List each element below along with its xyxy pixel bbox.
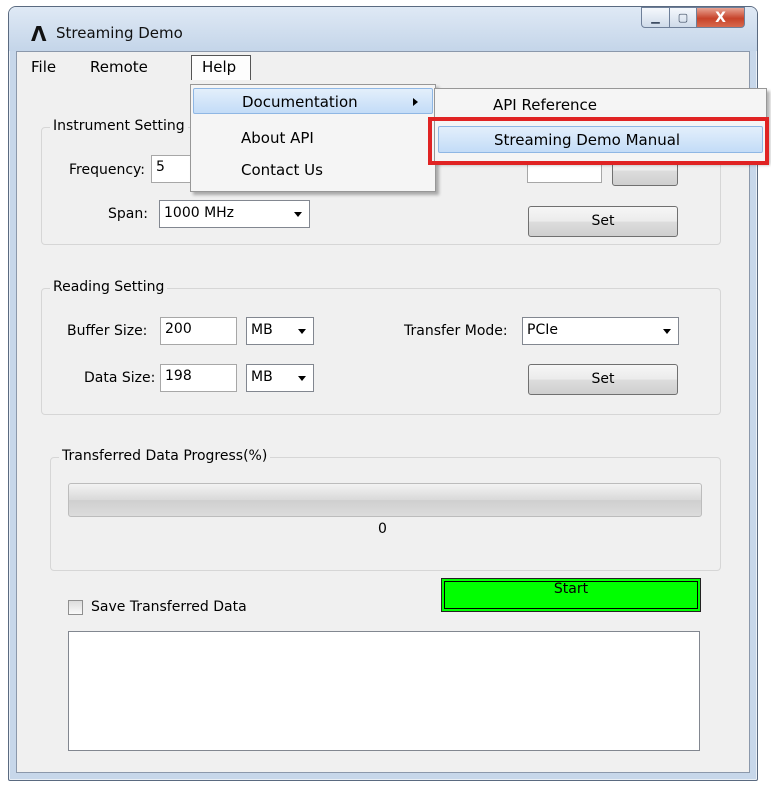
data-unit-select[interactable]: MB (246, 364, 314, 392)
menu-item-api-reference-label: API Reference (493, 96, 598, 114)
data-unit-value: MB (251, 369, 273, 385)
transfer-mode-select[interactable]: PCIe (522, 317, 679, 345)
buffer-unit-select[interactable]: MB (246, 317, 314, 345)
span-label: Span: (108, 206, 148, 222)
menu-file[interactable]: File (31, 58, 56, 76)
progress-label: Transferred Data Progress(%) (59, 448, 271, 464)
start-button-label: Start (553, 581, 589, 597)
progress-bar (68, 483, 702, 517)
reading-set-button[interactable]: Set (528, 364, 678, 395)
minimize-button[interactable]: ▁ (641, 7, 670, 28)
menu-item-api-reference[interactable]: API Reference (438, 92, 763, 119)
span-select[interactable]: 1000 MHz (159, 200, 310, 228)
highlight-annotation (428, 117, 769, 165)
close-icon: X (715, 9, 726, 26)
transfer-mode-label: Transfer Mode: (404, 323, 508, 339)
menu-item-contact-us[interactable]: Contact Us (193, 157, 433, 183)
save-data-label[interactable]: Save Transferred Data (91, 599, 247, 615)
chevron-down-icon (298, 329, 306, 334)
maximize-icon: ▢ (677, 11, 689, 24)
menu-remote[interactable]: Remote (90, 58, 148, 76)
menu-item-documentation[interactable]: Documentation (193, 88, 433, 114)
chevron-down-icon (663, 329, 671, 334)
close-button[interactable]: X (697, 7, 745, 28)
buffer-size-label: Buffer Size: (67, 323, 148, 339)
minimize-icon: ▁ (651, 11, 660, 24)
buffer-unit-value: MB (251, 322, 273, 338)
chevron-right-icon (413, 98, 418, 106)
progress-value: 0 (378, 521, 387, 537)
menu-item-documentation-label: Documentation (242, 93, 358, 111)
menu-help[interactable]: Help (191, 55, 251, 80)
buffer-size-input[interactable]: 200 (160, 317, 237, 345)
title-bar[interactable]: Λ Streaming Demo ▁ ▢ X (9, 7, 757, 51)
frequency-label: Frequency: (69, 162, 146, 178)
data-size-input[interactable]: 198 (160, 364, 237, 392)
data-size-label: Data Size: (84, 370, 156, 386)
caption-buttons: ▁ ▢ X (641, 7, 745, 29)
start-button[interactable]: Start (441, 578, 701, 612)
maximize-button[interactable]: ▢ (670, 7, 697, 28)
window-title: Streaming Demo (56, 24, 183, 42)
chevron-down-icon (298, 376, 306, 381)
instrument-set-button[interactable]: Set (528, 206, 678, 237)
transfer-mode-value: PCIe (527, 322, 558, 338)
menu-item-about-api[interactable]: About API (193, 125, 433, 151)
save-data-checkbox[interactable] (68, 600, 83, 615)
log-output[interactable] (68, 631, 700, 751)
help-menu: Documentation About API Contact Us (190, 84, 436, 192)
menu-item-about-api-label: About API (241, 129, 314, 147)
app-logo-icon: Λ (31, 22, 47, 46)
reading-setting-label: Reading Setting (50, 279, 168, 295)
span-select-value: 1000 MHz (164, 205, 235, 221)
reading-setting-group: Reading Setting (41, 279, 721, 415)
chevron-down-icon (294, 212, 302, 217)
menu-bar: File Remote Help (17, 52, 749, 80)
instrument-setting-label: Instrument Setting (50, 118, 188, 134)
menu-item-contact-us-label: Contact Us (241, 161, 323, 179)
